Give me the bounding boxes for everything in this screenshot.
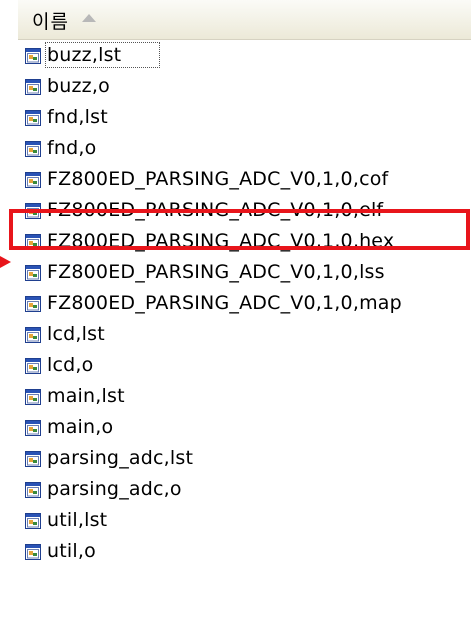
file-icon xyxy=(25,327,41,343)
file-name: FZ800ED_PARSING_ADC_V0,1,0,cof xyxy=(47,168,389,190)
file-icon xyxy=(25,420,41,436)
file-icon xyxy=(25,172,41,188)
file-name: FZ800ED_PARSING_ADC_V0,1,0,map xyxy=(47,292,402,314)
file-icon xyxy=(25,265,41,281)
file-row[interactable]: buzz,lst xyxy=(0,40,471,71)
file-row[interactable]: lcd,lst xyxy=(0,319,471,350)
file-icon xyxy=(25,513,41,529)
file-icon xyxy=(25,110,41,126)
file-row[interactable]: FZ800ED_PARSING_ADC_V0,1,0,map xyxy=(0,288,471,319)
file-row[interactable]: FZ800ED_PARSING_ADC_V0,1,0,lss xyxy=(0,257,471,288)
file-name: fnd,lst xyxy=(47,106,108,128)
file-name: buzz,lst xyxy=(47,44,122,66)
file-name: util,lst xyxy=(47,509,108,531)
file-row[interactable]: parsing_adc,o xyxy=(0,474,471,505)
file-icon xyxy=(25,48,41,64)
file-row[interactable]: util,lst xyxy=(0,505,471,536)
file-row[interactable]: lcd,o xyxy=(0,350,471,381)
file-row[interactable]: fnd,o xyxy=(0,133,471,164)
file-list: buzz,lst buzz,o fnd,lst fnd,o FZ800ED_PARSIN… xyxy=(0,40,471,567)
file-icon xyxy=(25,79,41,95)
file-icon xyxy=(25,451,41,467)
file-row[interactable]: buzz,o xyxy=(0,71,471,102)
file-name: parsing_adc,lst xyxy=(47,447,194,469)
file-row[interactable]: parsing_adc,lst xyxy=(0,443,471,474)
file-icon xyxy=(25,544,41,560)
file-name: util,o xyxy=(47,540,96,562)
file-row[interactable]: fnd,lst xyxy=(0,102,471,133)
file-name: lcd,lst xyxy=(47,323,105,345)
file-row[interactable]: FZ800ED_PARSING_ADC_V0,1,0,cof xyxy=(0,164,471,195)
file-icon xyxy=(25,141,41,157)
file-name: parsing_adc,o xyxy=(47,478,182,500)
file-name: fnd,o xyxy=(47,137,97,159)
file-icon xyxy=(25,296,41,312)
arrow-pointer-icon xyxy=(0,256,11,268)
file-name: lcd,o xyxy=(47,354,94,376)
file-explorer-view: 이름 buzz,lst buzz,o fnd,lst fnd,o FZ800ED_PAR… xyxy=(0,0,471,618)
file-icon xyxy=(25,358,41,374)
highlight-annotation-box xyxy=(9,209,470,250)
sort-ascending-icon xyxy=(82,14,96,22)
file-name: FZ800ED_PARSING_ADC_V0,1,0,lss xyxy=(47,261,385,283)
file-row[interactable]: util,o xyxy=(0,536,471,567)
file-icon xyxy=(25,389,41,405)
name-column-header[interactable]: 이름 xyxy=(18,0,471,40)
file-name: main,o xyxy=(47,416,114,438)
file-row[interactable]: main,lst xyxy=(0,381,471,412)
file-name: buzz,o xyxy=(47,75,110,97)
file-row[interactable]: main,o xyxy=(0,412,471,443)
file-icon xyxy=(25,482,41,498)
file-name: main,lst xyxy=(47,385,125,407)
name-column-label: 이름 xyxy=(32,11,69,33)
